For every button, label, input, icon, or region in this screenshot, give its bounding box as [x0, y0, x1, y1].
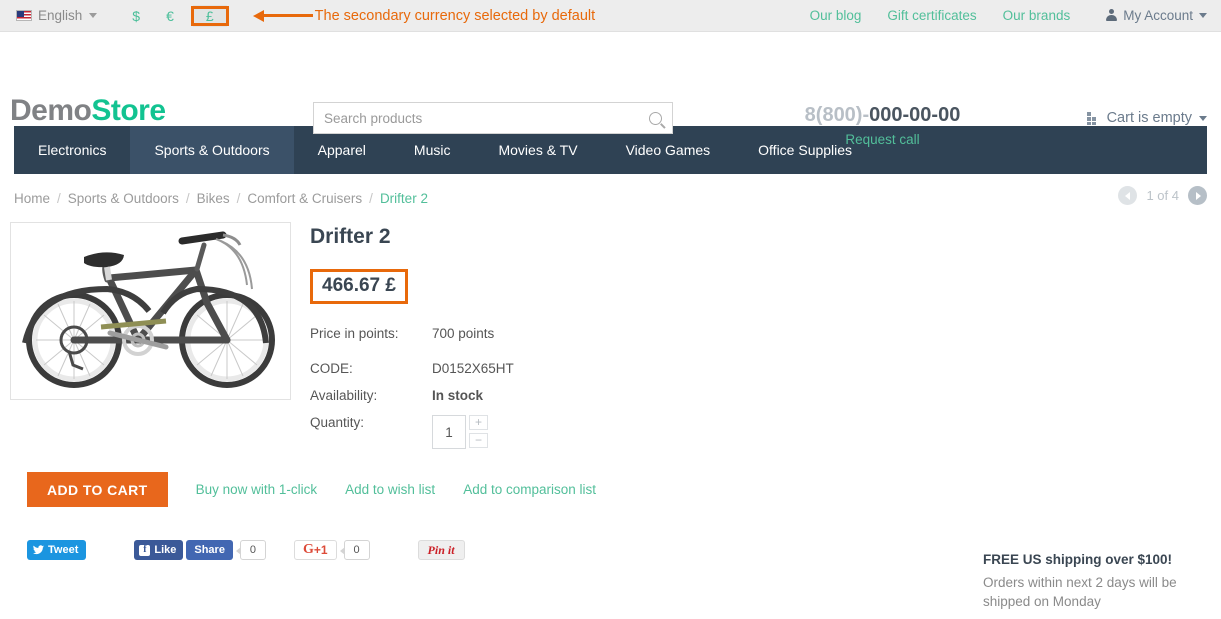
top-bar: English $ € £ The secondary currency sel… [0, 0, 1221, 32]
add-to-wish-list-link[interactable]: Add to wish list [345, 482, 435, 497]
top-nav-links: Our blog Gift certificates Our brands My… [810, 8, 1207, 23]
facebook-f-icon: f [139, 544, 151, 556]
quantity-stepper: + − [432, 415, 514, 449]
product-pager: 1 of 4 [1118, 186, 1207, 205]
breadcrumb-item-current: Drifter 2 [379, 190, 428, 206]
pager-next-button[interactable] [1188, 186, 1207, 205]
breadcrumb: Home / Sports & Outdoors / Bikes / Comfo… [14, 174, 1207, 222]
logo-store-text: Store [91, 94, 166, 127]
person-icon [1106, 9, 1118, 22]
top-link-our-brands[interactable]: Our brands [1003, 8, 1071, 23]
currency-gbp-highlight: £ [190, 4, 229, 27]
breadcrumb-item-comfort-cruisers[interactable]: Comfort & Cruisers [247, 191, 362, 206]
social-share-row: Tweet f Like Share 0 G +1 0 Pin it [27, 540, 465, 560]
top-link-our-blog[interactable]: Our blog [810, 8, 862, 23]
cart-label: Cart is empty [1106, 110, 1192, 126]
phone-number: 8(800)-000-00-00 [790, 104, 975, 127]
like-label: Like [154, 544, 177, 556]
facebook-share-button[interactable]: Share [186, 540, 233, 560]
us-flag-icon [16, 10, 32, 21]
product-title: Drifter 2 [310, 225, 391, 248]
quantity-label: Quantity: [310, 415, 365, 430]
shipping-promo-text: Orders within next 2 days will be shippe… [983, 575, 1177, 609]
facebook-like-button[interactable]: f Like [134, 540, 184, 560]
currency-gbp[interactable]: £ [192, 4, 227, 27]
my-account-menu[interactable]: My Account [1106, 8, 1207, 23]
cart-grid-icon [1086, 111, 1100, 125]
annotation-text: The secondary currency selected by defau… [314, 7, 596, 24]
spec-label: Price in points: [310, 326, 399, 341]
request-call-link[interactable]: Request call [790, 132, 975, 147]
shipping-promo-title: FREE US shipping over $100! [983, 552, 1173, 567]
spec-value: D0152X65HT [432, 361, 514, 376]
annotation-callout: The secondary currency selected by defau… [252, 7, 596, 24]
spec-row-price-in-points: Price in points: 700 points [310, 326, 514, 361]
nav-item-sports-outdoors[interactable]: Sports & Outdoors [130, 126, 294, 174]
cart-widget[interactable]: Cart is empty [1086, 110, 1207, 126]
breadcrumb-separator: / [185, 190, 190, 206]
quantity-input[interactable] [432, 415, 466, 449]
chevron-down-icon [1199, 115, 1207, 121]
quantity-decrease-button[interactable]: − [469, 433, 488, 448]
add-to-comparison-list-link[interactable]: Add to comparison list [463, 482, 596, 497]
top-link-gift-certificates[interactable]: Gift certificates [887, 8, 976, 23]
spec-label: Availability: [310, 388, 378, 403]
google-plus-suffix: +1 [313, 543, 328, 557]
site-logo[interactable]: DemoStore [10, 94, 166, 128]
site-header: DemoStore 8(800)-000-00-00 Request call … [0, 32, 1221, 147]
tweet-label: Tweet [48, 544, 79, 556]
currency-eur[interactable]: € [153, 5, 187, 27]
spec-row-code: CODE: D0152X65HT [310, 361, 514, 388]
currency-switcher: $ € £ [119, 4, 229, 27]
search-bar [313, 102, 673, 134]
breadcrumb-item-sports-outdoors[interactable]: Sports & Outdoors [68, 191, 179, 206]
product-actions: ADD TO CART Buy now with 1-click Add to … [27, 472, 596, 507]
pinterest-pin-it-button[interactable]: Pin it [417, 540, 465, 560]
search-button[interactable] [638, 103, 672, 133]
spec-label: CODE: [310, 361, 353, 376]
my-account-label: My Account [1123, 8, 1193, 23]
chevron-right-icon [1195, 191, 1201, 200]
phone-prefix: 8(800)- [804, 104, 870, 126]
product-details: Drifter 2 466.67 £ Price in points: 700 … [310, 222, 950, 469]
add-to-cart-button[interactable]: ADD TO CART [27, 472, 168, 507]
product-price: 466.67 £ [310, 269, 408, 304]
twitter-tweet-button[interactable]: Tweet [27, 540, 87, 560]
buy-now-1-click-link[interactable]: Buy now with 1-click [196, 482, 318, 497]
spec-value: 700 points [432, 326, 495, 341]
phone-digits: 000-00-00 [869, 104, 961, 126]
bicycle-illustration [11, 223, 290, 399]
quantity-increase-button[interactable]: + [469, 415, 488, 430]
facebook-share-count: 0 [235, 540, 266, 560]
language-selector[interactable]: English [16, 8, 98, 23]
search-icon [648, 111, 662, 125]
twitter-bird-icon [33, 545, 44, 555]
pager-position-text: 1 of 4 [1146, 188, 1179, 203]
logo-demo-text: Demo [10, 94, 92, 127]
chevron-down-icon [89, 13, 98, 18]
search-input[interactable] [314, 103, 638, 133]
language-label: English [38, 8, 83, 23]
phone-block: 8(800)-000-00-00 Request call [790, 104, 975, 147]
google-plus-count: 0 [339, 540, 370, 560]
product-image[interactable] [10, 222, 291, 400]
breadcrumb-item-home[interactable]: Home [14, 191, 50, 206]
breadcrumb-separator: / [369, 190, 373, 206]
google-g-icon: G [302, 542, 314, 557]
product-spec-table: Price in points: 700 points CODE: D0152X… [310, 326, 514, 469]
left-arrow-annotation-icon [252, 9, 313, 22]
shipping-promo: FREE US shipping over $100! Orders withi… [983, 552, 1193, 611]
spec-row-quantity: Quantity: + − [310, 415, 514, 469]
availability-status: In stock [432, 388, 484, 403]
breadcrumb-item-bikes[interactable]: Bikes [197, 191, 230, 206]
chevron-down-icon [1199, 13, 1207, 18]
breadcrumb-separator: / [236, 190, 241, 206]
chevron-left-icon [1124, 191, 1130, 200]
currency-usd[interactable]: $ [119, 5, 153, 27]
nav-item-electronics[interactable]: Electronics [14, 126, 130, 174]
spec-row-availability: Availability: In stock [310, 388, 514, 415]
pager-prev-button[interactable] [1118, 186, 1138, 205]
breadcrumb-separator: / [57, 190, 61, 206]
google-plus-one-button[interactable]: G +1 [293, 540, 337, 560]
